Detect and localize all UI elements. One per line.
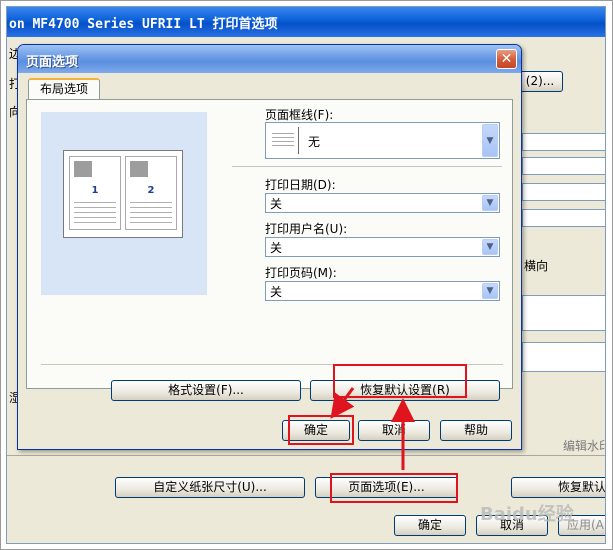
annotation-arrows [330,387,415,470]
watermark: Baidu经验 [480,504,574,525]
arrow-to-ok [330,387,355,419]
